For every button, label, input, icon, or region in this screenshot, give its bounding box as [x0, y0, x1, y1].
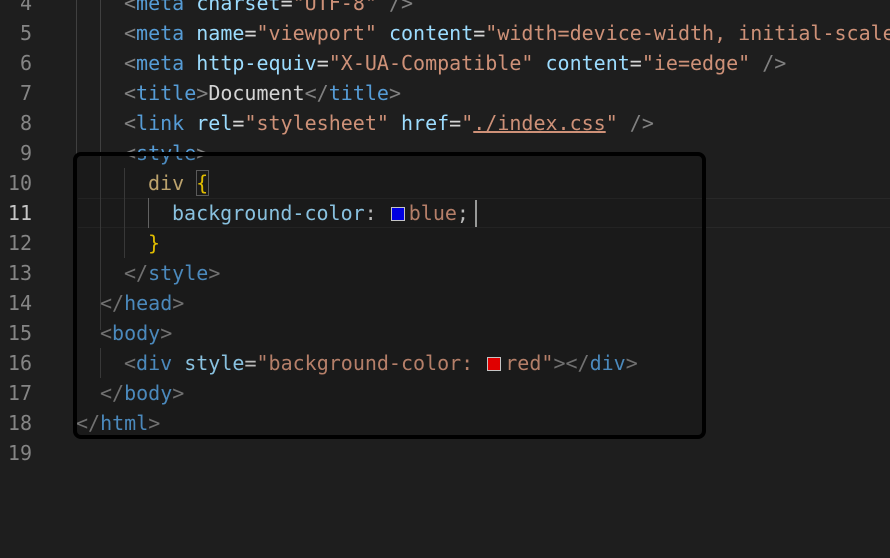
line-code: <link rel="stylesheet" href="./index.css…	[124, 108, 654, 138]
code-token: </	[304, 81, 329, 105]
code-token: >	[196, 81, 209, 105]
code-token: meta	[136, 51, 185, 75]
line-number: 6	[19, 51, 32, 75]
code-line-6[interactable]: 6 <meta http-equiv="X-UA-Compatible" cont…	[0, 48, 890, 78]
code-token: "width=device-width, initial-scale=1.0"	[485, 21, 890, 45]
code-line-5[interactable]: 5 <meta name="viewport" content="width=de…	[0, 18, 890, 48]
line-number: 10	[7, 171, 32, 195]
code-token: "UTF-8"	[292, 0, 377, 15]
code-token: />	[376, 0, 414, 15]
line-number: 7	[19, 81, 32, 105]
line-number: 13	[7, 261, 32, 285]
line-number: 18	[7, 411, 32, 435]
line-number: 16	[7, 351, 32, 375]
code-token: >	[388, 81, 401, 105]
bracket-match-highlight	[196, 170, 209, 196]
annotation-highlight-box	[73, 152, 706, 439]
code-token: <	[124, 0, 137, 15]
line-number: 9	[19, 141, 32, 165]
code-token: "stylesheet"	[244, 111, 389, 135]
line-number: 11	[7, 201, 32, 225]
code-token: title	[328, 81, 389, 105]
line-code: <meta http-equiv="X-UA-Compatible" conte…	[124, 48, 786, 78]
code-token: />	[617, 111, 654, 135]
code-token: =	[244, 21, 257, 45]
code-line-19[interactable]: 19	[0, 438, 890, 468]
code-token: <	[124, 51, 137, 75]
line-number: 5	[19, 21, 32, 45]
line-number: 14	[7, 291, 32, 315]
line-number: 12	[7, 231, 32, 255]
line-code: <meta charset="UTF-8" />	[124, 0, 413, 18]
code-token: =	[449, 111, 462, 135]
code-token: ./index.css	[473, 111, 606, 135]
line-code: <title>Document</title>	[124, 78, 401, 108]
code-token: <	[124, 81, 137, 105]
code-token: =	[473, 21, 486, 45]
code-token: =	[316, 51, 329, 75]
line-number: 8	[19, 111, 32, 135]
line-code: <meta name="viewport" content="width=dev…	[124, 18, 890, 48]
code-token: "X-UA-Compatible"	[328, 51, 534, 75]
code-token: title	[136, 81, 197, 105]
code-token: <	[124, 21, 137, 45]
code-token: charset	[196, 0, 281, 15]
code-token: "ie=edge"	[641, 51, 751, 75]
line-number: 17	[7, 381, 32, 405]
code-token: name	[196, 21, 245, 45]
line-number: 19	[7, 441, 32, 465]
code-token: />	[750, 51, 787, 75]
code-line-8[interactable]: 8 <link rel="stylesheet" href="./index.cs…	[0, 108, 890, 138]
code-token: =	[629, 51, 642, 75]
code-token: <	[124, 111, 137, 135]
line-number: 4	[19, 0, 32, 15]
code-token: Document	[208, 81, 305, 105]
code-token: "	[605, 111, 618, 135]
code-line-4[interactable]: 4 <meta charset="UTF-8" />	[0, 0, 890, 18]
code-token: http-equiv	[196, 51, 317, 75]
code-token: =	[232, 111, 245, 135]
code-token: content	[545, 51, 630, 75]
code-token: content	[388, 21, 474, 45]
code-token: meta	[136, 0, 185, 15]
code-token: "viewport"	[256, 21, 377, 45]
line-number: 15	[7, 321, 32, 345]
code-editor[interactable]: 4 <meta charset="UTF-8" /> 5 <meta name="vi…	[0, 0, 890, 558]
code-token: meta	[136, 21, 185, 45]
code-token: link	[136, 111, 185, 135]
code-token: rel	[196, 111, 233, 135]
code-token: href	[400, 111, 450, 135]
code-line-7[interactable]: 7 <title>Document</title>	[0, 78, 890, 108]
code-token: "	[461, 111, 474, 135]
code-token: =	[280, 0, 293, 15]
